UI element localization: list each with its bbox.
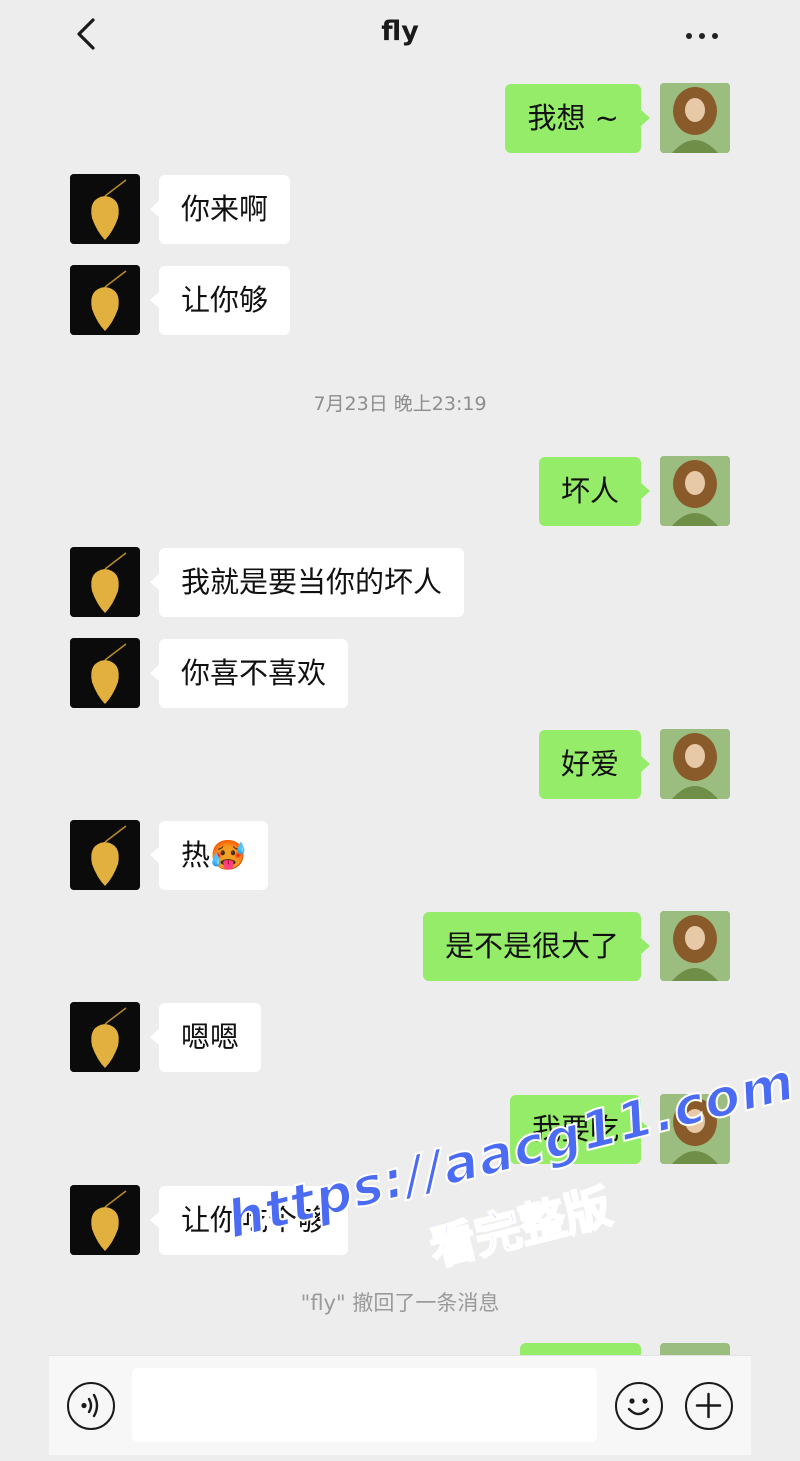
avatar[interactable] (660, 911, 730, 981)
message-row: 你喜不喜欢 (0, 638, 800, 708)
chat-timestamp: 7月23日 晚上23:19 (313, 393, 487, 415)
lantern-fruit-avatar-icon (70, 638, 140, 708)
avatar[interactable] (660, 729, 730, 799)
more-dots-icon (686, 33, 692, 39)
message-row: 热🥵 (0, 820, 800, 890)
message-row: 好爱 (0, 729, 800, 799)
avatar[interactable] (70, 1185, 140, 1255)
chat-header: fly (0, 0, 800, 70)
message-input[interactable] (132, 1368, 597, 1442)
girl-avatar-icon (660, 83, 730, 153)
message-bubble[interactable]: 让你吃个够 (149, 1186, 349, 1255)
plus-button[interactable] (685, 1382, 733, 1430)
message-row: 我想 ~ (0, 83, 800, 153)
message-row: 我要吃 (0, 1094, 800, 1164)
avatar[interactable] (660, 83, 730, 153)
message-bubble[interactable]: 让你够 (149, 266, 291, 335)
avatar[interactable] (70, 174, 140, 244)
message-bubble[interactable]: 我就是要当你的坏人 (149, 548, 465, 617)
avatar[interactable] (70, 638, 140, 708)
avatar[interactable] (70, 265, 140, 335)
avatar[interactable] (660, 456, 730, 526)
emoji-button[interactable] (615, 1382, 663, 1430)
lantern-fruit-avatar-icon (70, 1002, 140, 1072)
avatar[interactable] (660, 1094, 730, 1164)
message-row: 是不是很大了 (0, 911, 800, 981)
lantern-fruit-avatar-icon (70, 174, 140, 244)
message-bubble[interactable]: 热🥵 (149, 821, 269, 890)
message-bubble[interactable]: 我要吃 (509, 1095, 651, 1164)
girl-avatar-icon (660, 911, 730, 981)
avatar[interactable] (70, 1002, 140, 1072)
more-button[interactable] (680, 26, 724, 46)
message-bubble[interactable]: 好爱 (538, 730, 651, 799)
girl-avatar-icon (660, 456, 730, 526)
plus-icon (695, 1392, 722, 1419)
message-bubble[interactable]: 坏人 (538, 457, 651, 526)
emoji-icon (627, 1398, 650, 1416)
avatar[interactable] (70, 547, 140, 617)
message-bubble[interactable]: 是不是很大了 (422, 912, 651, 981)
message-row: 嗯嗯 (0, 1002, 800, 1072)
lantern-fruit-avatar-icon (70, 547, 140, 617)
message-bubble[interactable]: 你喜不喜欢 (149, 639, 349, 708)
message-row: 让你吃个够 (0, 1185, 800, 1255)
girl-avatar-icon (660, 729, 730, 799)
voice-button[interactable] (67, 1382, 115, 1430)
partial-bubble (520, 1343, 641, 1355)
partial-avatar (660, 1343, 730, 1355)
lantern-fruit-avatar-icon (70, 265, 140, 335)
lantern-fruit-avatar-icon (70, 820, 140, 890)
voice-icon (81, 1393, 99, 1418)
message-row: 我就是要当你的坏人 (0, 547, 800, 617)
input-bar (49, 1355, 751, 1455)
message-row: 你来啊 (0, 174, 800, 244)
recall-notice: "fly" 撤回了一条消息 (300, 1291, 500, 1315)
message-row: 让你够 (0, 265, 800, 335)
message-row: 坏人 (0, 456, 800, 526)
avatar[interactable] (70, 820, 140, 890)
girl-avatar-icon (660, 1094, 730, 1164)
message-bubble[interactable]: 我想 ~ (505, 84, 650, 153)
message-bubble[interactable]: 嗯嗯 (149, 1003, 262, 1072)
lantern-fruit-avatar-icon (70, 1185, 140, 1255)
message-bubble[interactable]: 你来啊 (149, 175, 291, 244)
